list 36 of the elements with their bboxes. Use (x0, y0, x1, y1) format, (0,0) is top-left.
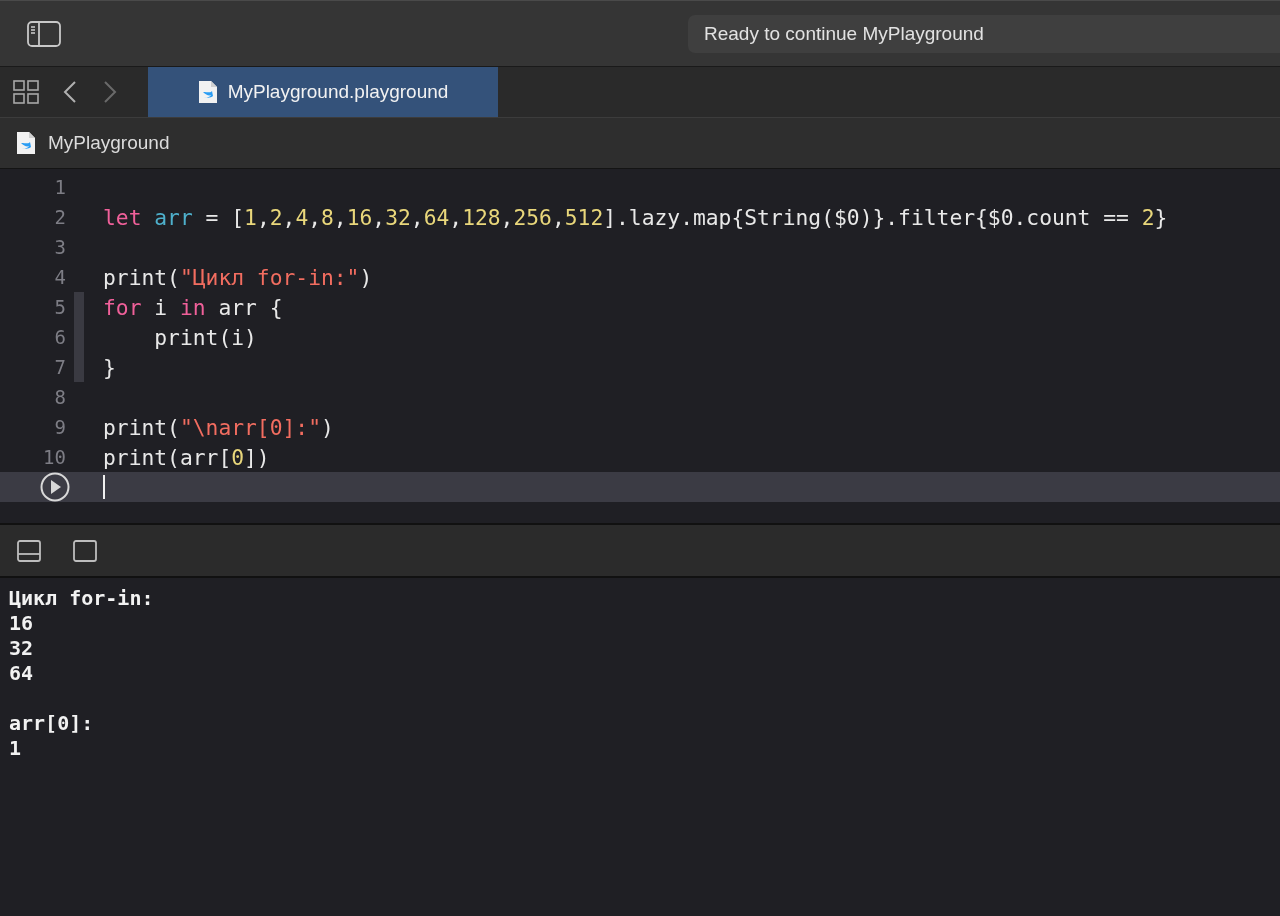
console-output-line: 32 (9, 636, 35, 661)
line-number: 7 (54, 356, 66, 378)
line-number: 1 (54, 176, 66, 198)
split-panel-icon[interactable] (17, 539, 41, 562)
code-line: } (103, 354, 116, 380)
line-number: 8 (54, 386, 66, 408)
code-line: for i in arr { (103, 294, 283, 320)
code-line: print(i) (153, 324, 257, 350)
back-chevron-icon[interactable] (63, 81, 77, 103)
line-number: 3 (54, 236, 66, 258)
sidebar-toggle-icon[interactable] (27, 20, 61, 47)
line-number: 2 (54, 206, 66, 228)
editor-tab[interactable]: MyPlayground.playground (148, 67, 498, 117)
square-panel-icon[interactable] (73, 539, 97, 562)
swift-file-icon (16, 131, 36, 155)
code-line: let arr = [1,2,4,8,16,32,64,128,256,512].lazy.map{String($0)}.filter{$0.count == 2} (103, 204, 1168, 230)
run-play-icon[interactable] (40, 472, 70, 502)
console-output-line: 64 (9, 661, 35, 686)
line-number: 6 (54, 326, 66, 348)
line-number: 9 (54, 416, 66, 438)
activity-status-field: Ready to continue MyPlayground (688, 14, 1280, 53)
code-line: print(arr[0]) (103, 444, 270, 470)
line-number: 10 (43, 446, 66, 468)
code-line: print("\narr[0]:") (103, 414, 334, 440)
code-line: print("Цикл for-in:") (103, 264, 373, 290)
console-output-line: arr[0]: (9, 711, 95, 736)
text-cursor (103, 475, 105, 499)
forward-chevron-icon[interactable] (103, 81, 117, 103)
console-output-line: 1 (9, 736, 23, 761)
console-output-line: Цикл for-in: (9, 586, 155, 611)
grid-icon[interactable] (13, 80, 39, 104)
line-number: 5 (54, 296, 66, 318)
breadcrumb-item[interactable]: MyPlayground (48, 132, 170, 154)
line-number: 4 (54, 266, 66, 288)
swift-file-icon (197, 80, 218, 104)
console-output-line: 16 (9, 611, 35, 636)
